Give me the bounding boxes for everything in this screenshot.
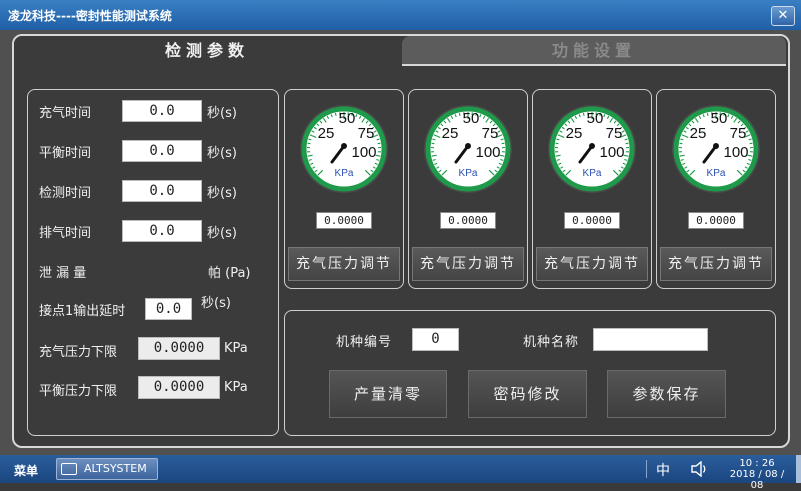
charge-time-unit: 秒(s) bbox=[207, 102, 237, 121]
contact-delay-unit: 秒(s) bbox=[201, 292, 231, 311]
charge-pressure-adjust-button[interactable]: 充气压力调节 bbox=[412, 247, 524, 281]
gauge-value-display: 0.0000 bbox=[440, 212, 496, 229]
charge-pressure-adjust-button[interactable]: 充气压力调节 bbox=[536, 247, 648, 281]
exhaust-time-unit: 秒(s) bbox=[207, 222, 237, 241]
balance-low-label: 平衡压力下限 bbox=[39, 380, 117, 399]
gauge-unit: KPa bbox=[707, 168, 726, 179]
contact-delay-label: 接点1输出延时 bbox=[39, 300, 125, 319]
contact-delay-input[interactable]: 0.0 bbox=[145, 298, 192, 320]
scale-label-50: 50 bbox=[463, 110, 480, 127]
tab-function-settings[interactable]: 功能设置 bbox=[402, 36, 786, 66]
balance-low-input[interactable]: 0.0000 bbox=[138, 376, 220, 399]
scale-label-50: 50 bbox=[339, 110, 356, 127]
detect-time-label: 检测时间 bbox=[39, 182, 91, 201]
scale-label-100: 100 bbox=[599, 144, 624, 161]
clock-time: 10 : 26 bbox=[722, 458, 792, 469]
tray-separator bbox=[646, 460, 647, 478]
scale-label-25: 25 bbox=[442, 125, 459, 142]
charge-low-label: 充气压力下限 bbox=[39, 341, 117, 360]
needle-hub bbox=[341, 143, 347, 149]
machine-id-input[interactable]: 0 bbox=[412, 328, 459, 351]
reset-output-button[interactable]: 产量清零 bbox=[329, 370, 447, 418]
charge-time-input[interactable]: 0.0 bbox=[122, 100, 202, 122]
change-password-button[interactable]: 密码修改 bbox=[468, 370, 587, 418]
machine-name-label: 机种名称 bbox=[523, 331, 579, 350]
leak-label: 泄 漏 量 bbox=[39, 262, 86, 281]
balance-time-label: 平衡时间 bbox=[39, 142, 91, 161]
gauge-value-display: 0.0000 bbox=[688, 212, 744, 229]
balance-low-unit: KPa bbox=[224, 380, 248, 395]
gauge-value-display: 0.0000 bbox=[564, 212, 620, 229]
scale-label-25: 25 bbox=[566, 125, 583, 142]
machine-name-input[interactable] bbox=[593, 328, 708, 351]
ime-indicator[interactable]: 中 bbox=[656, 460, 670, 480]
scale-label-100: 100 bbox=[475, 144, 500, 161]
charge-low-input[interactable]: 0.0000 bbox=[138, 337, 220, 360]
charge-pressure-adjust-button[interactable]: 充气压力调节 bbox=[660, 247, 772, 281]
scale-label-50: 50 bbox=[711, 110, 728, 127]
scale-label-75: 75 bbox=[358, 125, 375, 142]
pressure-gauge: 255075 100 KPa bbox=[284, 89, 404, 199]
show-desktop-button[interactable] bbox=[796, 455, 801, 483]
taskbar-app-altsystem[interactable]: ALTSYSTEM bbox=[56, 458, 158, 480]
speaker-icon[interactable] bbox=[690, 461, 708, 477]
charge-low-unit: KPa bbox=[224, 341, 248, 356]
close-button[interactable]: ✕ bbox=[771, 6, 795, 26]
machine-id-label: 机种编号 bbox=[336, 331, 392, 350]
needle-hub bbox=[589, 143, 595, 149]
scale-label-25: 25 bbox=[318, 125, 335, 142]
scale-label-25: 25 bbox=[690, 125, 707, 142]
pressure-gauge: 255075 100 KPa bbox=[408, 89, 528, 199]
detect-time-input[interactable]: 0.0 bbox=[122, 180, 202, 202]
leak-unit: 帕 (Pa) bbox=[208, 262, 251, 281]
gauge-unit: KPa bbox=[459, 168, 478, 179]
save-params-button[interactable]: 参数保存 bbox=[607, 370, 726, 418]
pressure-gauge: 255075 100 KPa bbox=[532, 89, 652, 199]
taskbar-app-label: ALTSYSTEM bbox=[84, 462, 147, 475]
pressure-gauge: 255075 100 KPa bbox=[656, 89, 776, 199]
app-window-icon bbox=[61, 463, 77, 475]
charge-pressure-adjust-button[interactable]: 充气压力调节 bbox=[288, 247, 400, 281]
title-bar: 凌龙科技----密封性能测试系统 ✕ bbox=[0, 0, 801, 30]
needle-hub bbox=[465, 143, 471, 149]
exhaust-time-label: 排气时间 bbox=[39, 222, 91, 241]
scale-label-75: 75 bbox=[606, 125, 623, 142]
gauge-unit: KPa bbox=[583, 168, 602, 179]
scale-label-100: 100 bbox=[723, 144, 748, 161]
balance-time-unit: 秒(s) bbox=[207, 142, 237, 161]
needle-hub bbox=[713, 143, 719, 149]
exhaust-time-input[interactable]: 0.0 bbox=[122, 220, 202, 242]
close-icon: ✕ bbox=[778, 8, 789, 23]
start-menu-button[interactable]: 菜单 bbox=[14, 462, 38, 479]
taskbar: 菜单 ALTSYSTEM 中 10 : 26 2018 / 08 / 08 bbox=[0, 455, 801, 483]
clock-date: 2018 / 08 / 08 bbox=[722, 469, 792, 491]
scale-label-100: 100 bbox=[351, 144, 376, 161]
scale-label-75: 75 bbox=[730, 125, 747, 142]
balance-time-input[interactable]: 0.0 bbox=[122, 140, 202, 162]
charge-time-label: 充气时间 bbox=[39, 102, 91, 121]
scale-label-75: 75 bbox=[482, 125, 499, 142]
detect-time-unit: 秒(s) bbox=[207, 182, 237, 201]
gauge-value-display: 0.0000 bbox=[316, 212, 372, 229]
tab-detect-params[interactable]: 检测参数 bbox=[14, 36, 400, 66]
scale-label-50: 50 bbox=[587, 110, 604, 127]
clock[interactable]: 10 : 26 2018 / 08 / 08 bbox=[722, 458, 792, 491]
window-title: 凌龙科技----密封性能测试系统 bbox=[8, 7, 172, 24]
gauge-unit: KPa bbox=[335, 168, 354, 179]
